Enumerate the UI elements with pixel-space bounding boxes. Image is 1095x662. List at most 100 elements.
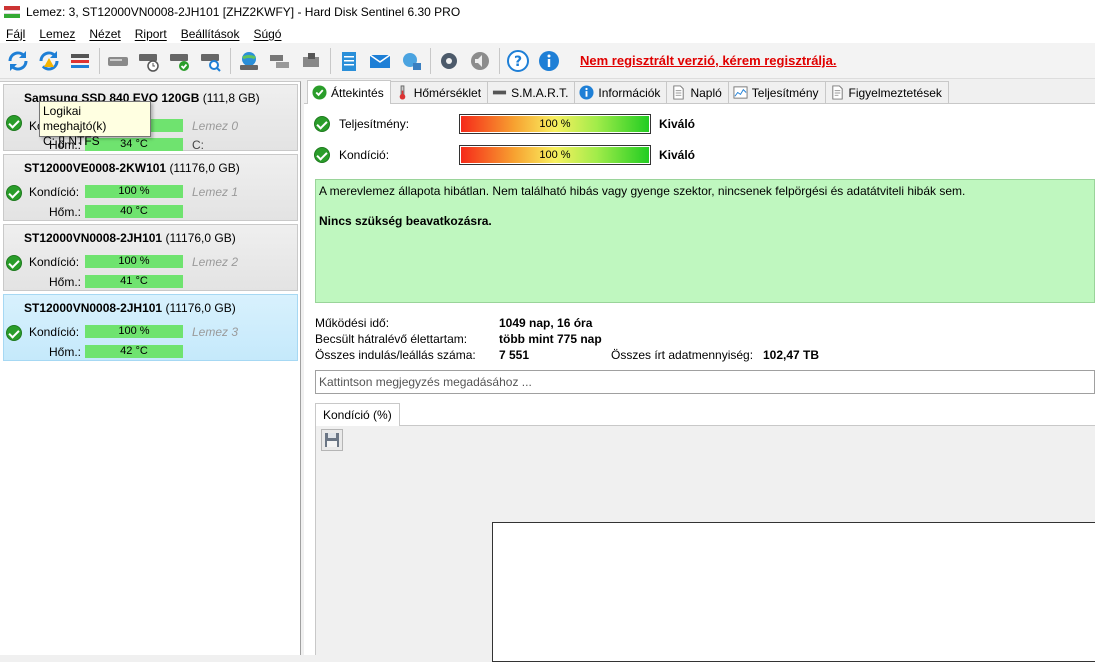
- condition-chart-canvas: [492, 522, 1095, 662]
- tab-information[interactable]: Információk: [574, 81, 668, 103]
- tab-temperature[interactable]: Hőmérséklet: [389, 81, 489, 103]
- condition-fill: 100 %: [461, 147, 649, 163]
- condition-label: Kondíció:: [339, 148, 390, 162]
- envelope-icon: [369, 53, 391, 68]
- performance-label: Teljesítmény:: [339, 117, 410, 131]
- sound-button[interactable]: [466, 47, 494, 75]
- start-stop-label: Összes indulás/leállás száma:: [315, 348, 476, 362]
- temperature-bar: 41 °C: [85, 275, 183, 288]
- temp-label: Hőm.:: [49, 275, 82, 289]
- performance-row: Teljesítmény: 100 % Kiváló: [314, 114, 695, 134]
- condition-row: Kondíció: 100 % Kiváló: [314, 145, 695, 165]
- tab-smart[interactable]: S.M.A.R.T.: [487, 81, 576, 103]
- status-description: A merevlemez állapota hibátlan. Nem talá…: [315, 179, 1095, 303]
- tab-overview[interactable]: Áttekintés: [307, 80, 391, 104]
- condition-label: Kondíció:: [29, 255, 80, 269]
- disk-search-icon: [201, 53, 221, 72]
- check-icon: [6, 255, 22, 271]
- disk-entry-1[interactable]: ST12000VE0008-2KW101 (11176,0 GB) Kondíc…: [3, 154, 298, 221]
- check-icon: [6, 325, 22, 341]
- info-icon: [579, 85, 594, 100]
- toolbar-separator: [430, 47, 431, 74]
- details-panel: Áttekintés Hőmérséklet S.M.A.R.T. Inform…: [304, 80, 1095, 662]
- temp-label: Hőm.:: [49, 345, 82, 359]
- disk-clock-icon: [139, 53, 159, 72]
- hard-disk-icon: [108, 56, 128, 66]
- disk-entry-3[interactable]: ST12000VN0008-2JH101 (11176,0 GB) Kondíc…: [3, 294, 298, 361]
- tab-performance[interactable]: Teljesítmény: [727, 81, 826, 103]
- performance-rating: Kiváló: [659, 117, 696, 131]
- speaker-icon: [471, 51, 489, 70]
- drive-letter: C:: [192, 138, 204, 152]
- settings-button[interactable]: [435, 47, 463, 75]
- disk-copy-button[interactable]: [266, 47, 294, 75]
- toolbar: ? Nem regisztrált verzió, kérem regisztr…: [0, 43, 1095, 79]
- menu-settings[interactable]: Beállítások: [174, 27, 247, 41]
- menu-file[interactable]: Fájl: [0, 27, 32, 41]
- check-icon: [6, 185, 22, 201]
- refresh-all-button[interactable]: [35, 47, 63, 75]
- condition-bar: 100 %: [85, 325, 183, 338]
- disk-index-label: Lemez 1: [192, 185, 239, 199]
- written-value: 102,47 TB: [763, 348, 820, 362]
- document-icon: [671, 85, 686, 100]
- globe-disk-icon: [240, 51, 258, 70]
- email-button[interactable]: [366, 47, 394, 75]
- about-button[interactable]: [535, 47, 563, 75]
- check-icon: [314, 147, 330, 163]
- network-report-button[interactable]: [397, 47, 425, 75]
- menu-help[interactable]: Súgó: [246, 27, 288, 41]
- report-button[interactable]: [335, 47, 363, 75]
- chart-tab-bar: Kondíció (%): [315, 403, 1095, 427]
- refresh-button[interactable]: [4, 47, 32, 75]
- tab-log[interactable]: Napló: [666, 81, 729, 103]
- logical-drive-tooltip: Logikai meghajtó(k) C: [] NTFS: [39, 101, 151, 148]
- network-button[interactable]: [235, 47, 263, 75]
- disk-check-button[interactable]: [166, 47, 194, 75]
- tooltip-drive: C: [] NTFS: [43, 134, 100, 148]
- condition-label: Kondíció:: [29, 325, 80, 339]
- help-button[interactable]: ?: [504, 47, 532, 75]
- menu-view[interactable]: Nézet: [82, 27, 127, 41]
- condition-rating: Kiváló: [659, 148, 696, 162]
- temperature-bar: 40 °C: [85, 205, 183, 218]
- disk-list-panel: Samsung SSD 840 EVO 120GB (111,8 GB) Kon…: [0, 81, 301, 655]
- chart-icon: [733, 85, 748, 100]
- menu-bar: Fájl Lemez Nézet Riport Beállítások Súgó: [0, 24, 1095, 43]
- condition-label: Kondíció:: [29, 185, 80, 199]
- condition-bar: 100 %: [459, 145, 651, 165]
- disk-schedule-button[interactable]: [135, 47, 163, 75]
- gear-icon: [441, 52, 457, 69]
- window-title: Lemez: 3, ST12000VN0008-2JH101 [ZHZ2KWFY…: [26, 5, 461, 19]
- tooltip-title: Logikai meghajtó(k): [43, 104, 107, 133]
- disk-list-icon: [71, 53, 89, 68]
- temp-label: Hőm.:: [49, 205, 82, 219]
- disk-entry-2[interactable]: ST12000VN0008-2JH101 (11176,0 GB) Kondíc…: [3, 224, 298, 291]
- chart-area: [315, 426, 1095, 662]
- usb-disk-button[interactable]: [297, 47, 325, 75]
- condition-bar: 100 %: [85, 185, 183, 198]
- disk-list-button[interactable]: [66, 47, 94, 75]
- remaining-value: több mint 775 nap: [499, 332, 602, 346]
- disk-check-icon: [170, 53, 189, 71]
- title-bar: Lemez: 3, ST12000VN0008-2JH101 [ZHZ2KWFY…: [0, 0, 1095, 24]
- status-action: Nincs szükség beavatkozásra.: [319, 214, 492, 228]
- performance-fill: 100 %: [461, 116, 649, 132]
- menu-report[interactable]: Riport: [128, 27, 174, 41]
- registration-link[interactable]: Nem regisztrált verzió, kérem regisztrál…: [580, 53, 837, 68]
- disk-test-button[interactable]: [104, 47, 132, 75]
- disk-search-button[interactable]: [197, 47, 225, 75]
- save-chart-button[interactable]: [321, 429, 343, 451]
- menu-disk[interactable]: Lemez: [32, 27, 82, 41]
- question-icon: ?: [507, 49, 529, 72]
- disk-index-label: Lemez 3: [192, 325, 239, 339]
- check-icon: [314, 116, 330, 132]
- tab-alerts[interactable]: Figyelmeztetések: [824, 81, 949, 103]
- disk-name: ST12000VN0008-2JH101 (11176,0 GB): [24, 301, 236, 315]
- tab-bar: Áttekintés Hőmérséklet S.M.A.R.T. Inform…: [304, 80, 1095, 104]
- note-input[interactable]: Kattintson megjegyzés megadásához ...: [315, 370, 1095, 394]
- tab-condition-chart[interactable]: Kondíció (%): [315, 403, 400, 427]
- toolbar-separator: [99, 47, 100, 74]
- disk-name: ST12000VN0008-2JH101 (11176,0 GB): [24, 231, 236, 245]
- power-on-value: 1049 nap, 16 óra: [499, 316, 593, 330]
